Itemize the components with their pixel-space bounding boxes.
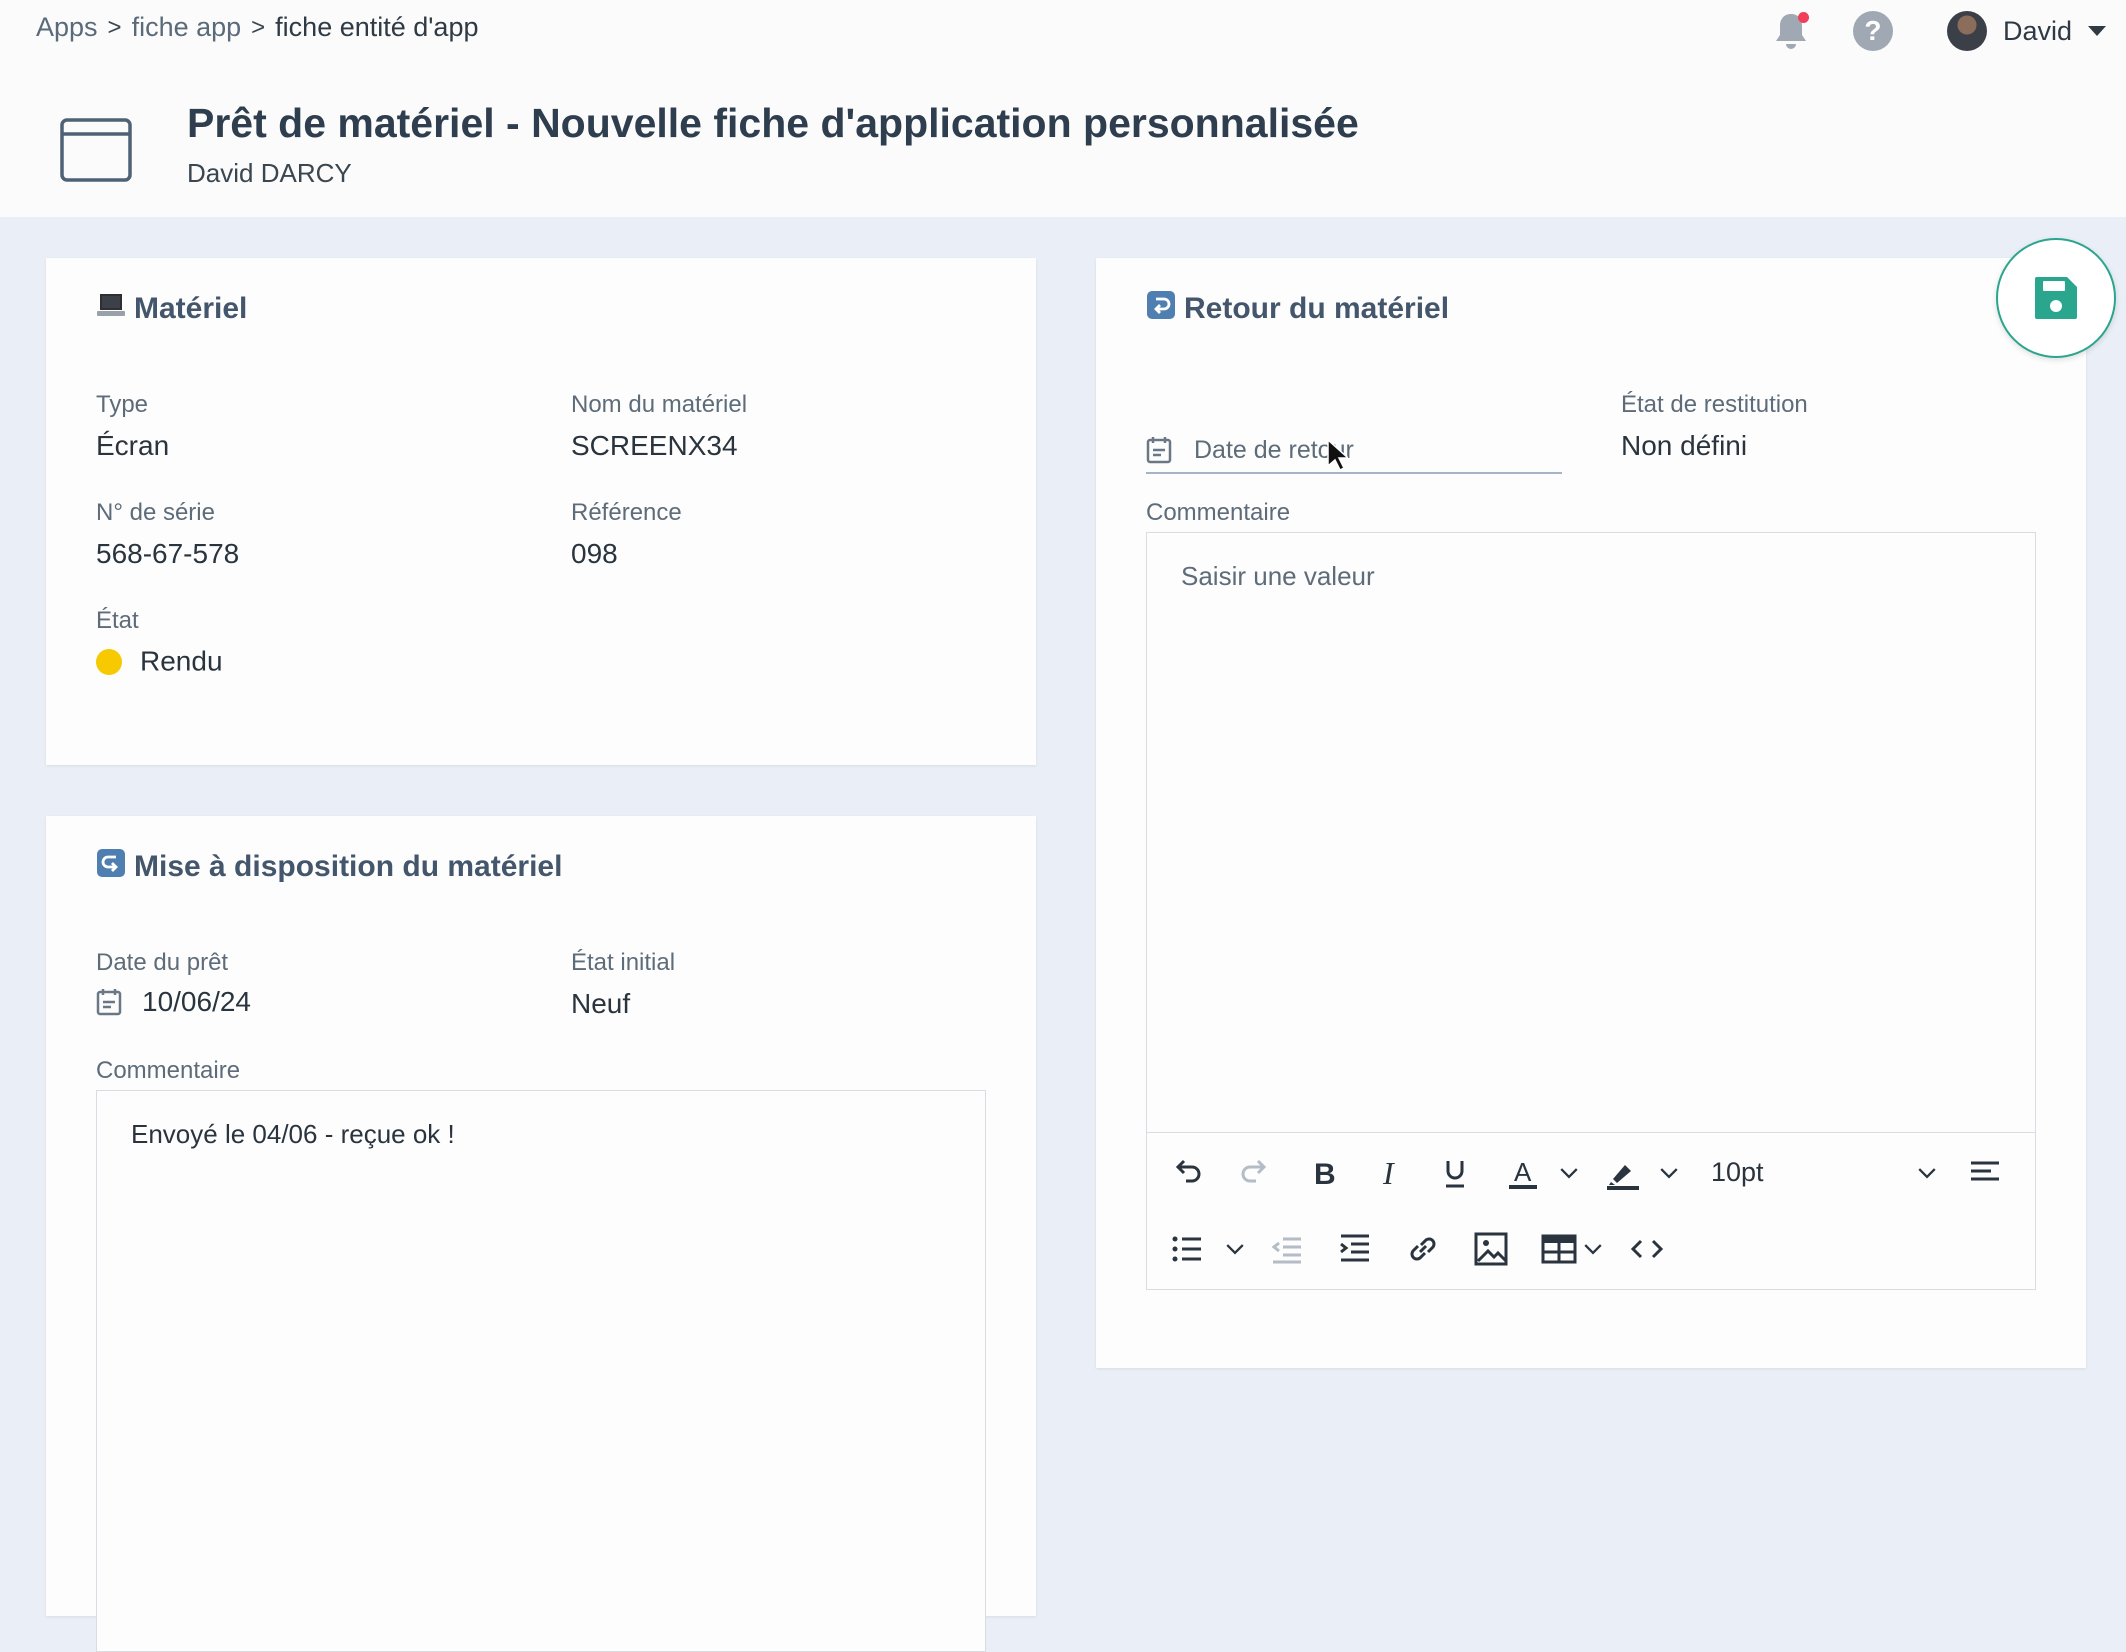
commentaire-retour-placeholder: Saisir une valeur	[1181, 561, 1375, 591]
page-title: Prêt de matériel - Nouvelle fiche d'appl…	[187, 100, 1359, 146]
notification-badge	[1797, 12, 1809, 23]
font-size-select[interactable]: 10pt	[1711, 1157, 1764, 1188]
arrow-curving-left-icon	[1146, 290, 1176, 328]
calendar-icon	[1146, 436, 1172, 464]
date-pret-field[interactable]: 10/06/24	[96, 986, 251, 1018]
nom-materiel-label: Nom du matériel	[571, 391, 748, 418]
save-button[interactable]	[1996, 238, 2116, 358]
etat-value: Rendu	[96, 644, 223, 678]
etat-initial-label: État initial	[571, 949, 676, 976]
commentaire-pret-editor[interactable]: Envoyé le 04/06 - reçue ok !	[96, 1090, 986, 1652]
link-icon[interactable]	[1403, 1229, 1443, 1269]
calendar-icon	[96, 988, 122, 1016]
breadcrumb-separator: >	[107, 13, 122, 41]
breadcrumb-item-apps[interactable]: Apps	[36, 12, 98, 43]
notification-bell-icon[interactable]	[1769, 8, 1813, 54]
breadcrumb-item-fiche-app[interactable]: fiche app	[132, 12, 242, 43]
editor-toolbar: B I A 10pt	[1147, 1132, 2035, 1289]
chevron-down-icon[interactable]	[2088, 26, 2106, 36]
bullet-list-icon[interactable]	[1167, 1229, 1207, 1269]
breadcrumb-item-current: fiche entité d'app	[275, 12, 479, 42]
commentaire-retour-editor[interactable]: Saisir une valeur B I A 10pt	[1146, 532, 2036, 1290]
type-label: Type	[96, 391, 149, 418]
app-window-icon	[60, 118, 132, 182]
chevron-down-icon[interactable]	[1579, 1229, 1607, 1269]
mise-a-disposition-card: Mise à disposition du matériel Date du p…	[46, 816, 1036, 1652]
highlighter-icon[interactable]	[1603, 1153, 1643, 1193]
user-name[interactable]: David	[2003, 16, 2072, 47]
commentaire-pret-text: Envoyé le 04/06 - reçue ok !	[131, 1119, 455, 1149]
undo-icon[interactable]	[1167, 1153, 1207, 1193]
floppy-disk-icon	[2035, 277, 2077, 319]
breadcrumb-separator: >	[251, 13, 266, 41]
mise-a-disposition-card-title-text: Mise à disposition du matériel	[134, 850, 563, 883]
laptop-icon	[96, 290, 126, 328]
svg-text:A: A	[1514, 1157, 1532, 1187]
table-icon[interactable]	[1539, 1229, 1579, 1269]
reference-label: Référence	[571, 499, 682, 526]
svg-text:B: B	[1314, 1158, 1336, 1191]
date-pret-value: 10/06/24	[142, 986, 251, 1017]
commentaire-pret-label: Commentaire	[96, 1057, 241, 1084]
user-toolbar: ? David	[1769, 8, 2106, 54]
materiel-card-title-text: Matériel	[134, 292, 248, 325]
reference-value: 098	[571, 538, 618, 569]
image-icon[interactable]	[1471, 1229, 1511, 1269]
date-retour-input[interactable]: Date de retour	[1146, 428, 1562, 474]
indent-icon[interactable]	[1335, 1229, 1375, 1269]
chevron-down-icon[interactable]	[1221, 1229, 1249, 1269]
retour-card: Retour du matériel Date de retour État d…	[1096, 258, 2086, 1368]
date-pret-label: Date du prêt	[96, 949, 229, 976]
chevron-down-icon[interactable]	[1655, 1153, 1683, 1193]
underline-icon[interactable]	[1435, 1153, 1475, 1193]
mise-a-disposition-card-title: Mise à disposition du matériel	[96, 848, 562, 886]
type-value: Écran	[96, 430, 170, 461]
page-subtitle: David DARCY	[187, 158, 352, 188]
help-icon[interactable]: ?	[1852, 11, 1893, 51]
commentaire-retour-label: Commentaire	[1146, 499, 1291, 526]
etat-restitution-value[interactable]: Non défini	[1621, 430, 1747, 462]
redo-icon[interactable]	[1235, 1153, 1275, 1193]
align-left-icon[interactable]	[1965, 1153, 2005, 1193]
materiel-card: Matériel Type Écran Nom du matériel SCRE…	[46, 258, 1036, 765]
arrow-curving-right-icon	[96, 848, 126, 886]
italic-icon[interactable]: I	[1369, 1153, 1409, 1193]
serie-label: N° de série	[96, 499, 215, 526]
materiel-card-title: Matériel	[96, 290, 247, 328]
svg-text:I: I	[1382, 1155, 1395, 1191]
chevron-down-icon[interactable]	[1913, 1153, 1941, 1193]
chevron-down-icon[interactable]	[1555, 1153, 1583, 1193]
etat-initial-value: Neuf	[571, 988, 631, 1019]
outdent-icon[interactable]	[1267, 1229, 1307, 1269]
avatar[interactable]	[1946, 11, 1987, 51]
bold-icon[interactable]: B	[1303, 1153, 1343, 1193]
breadcrumb: Apps > fiche app > fiche entité d'app	[36, 12, 478, 43]
status-dot	[96, 648, 122, 675]
mouse-cursor-icon	[1327, 438, 1348, 472]
retour-card-title-text: Retour du matériel	[1184, 292, 1450, 325]
text-color-icon[interactable]: A	[1503, 1153, 1543, 1193]
etat-value-text: Rendu	[140, 645, 223, 677]
retour-card-title: Retour du matériel	[1146, 290, 1449, 328]
serie-value: 568-67-578	[96, 538, 240, 569]
source-code-icon[interactable]	[1627, 1229, 1667, 1269]
top-header: Apps > fiche app > fiche entité d'app ? …	[0, 0, 2126, 217]
etat-restitution-label: État de restitution	[1621, 391, 1808, 418]
nom-materiel-value: SCREENX34	[571, 430, 738, 461]
etat-label: État	[96, 607, 139, 634]
